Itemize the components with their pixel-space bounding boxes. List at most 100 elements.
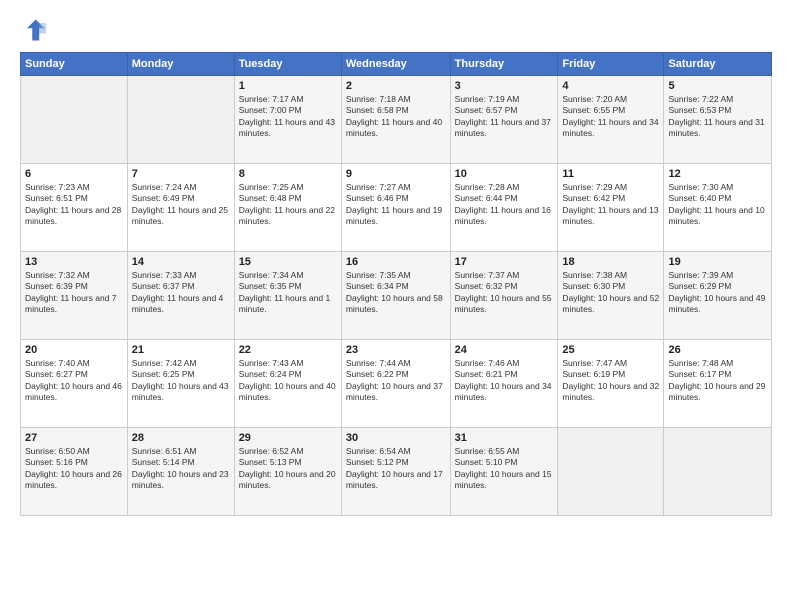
calendar-cell: 15Sunrise: 7:34 AM Sunset: 6:35 PM Dayli… [234, 252, 341, 340]
day-number: 31 [455, 432, 554, 444]
day-info: Sunrise: 7:29 AM Sunset: 6:42 PM Dayligh… [562, 182, 659, 228]
day-number: 9 [346, 168, 446, 180]
calendar-cell: 22 Sunrise: 7:43 AM Sunset: 6:24 PM Dayli… [234, 340, 341, 428]
calendar-cell: 25 Sunrise: 7:47 AM Sunset: 6:19 PM Dayli… [558, 340, 664, 428]
day-info: Sunrise: 7:20 AM Sunset: 6:55 PM Dayligh… [562, 94, 659, 140]
day-number: 30 [346, 432, 446, 444]
calendar-cell: 3 Sunrise: 7:19 AM Sunset: 6:57 PM Daylig… [450, 76, 558, 164]
day-number: 3 [455, 80, 554, 92]
day-info: Sunrise: 7:42 AM Sunset: 6:25 PM Dayligh… [132, 358, 230, 404]
calendar-cell: 19Sunrise: 7:39 AM Sunset: 6:29 PM Dayli… [664, 252, 772, 340]
calendar-cell [127, 76, 234, 164]
day-info: Sunrise: 6:51 AM Sunset: 5:14 PM Dayligh… [132, 446, 230, 492]
calendar-cell: 29Sunrise: 6:52 AM Sunset: 5:13 PM Dayli… [234, 428, 341, 516]
day-info: Sunrise: 7:18 AM Sunset: 6:58 PM Dayligh… [346, 94, 446, 140]
calendar-cell: 30 Sunrise: 6:54 AM Sunset: 5:12 PM Dayli… [341, 428, 450, 516]
day-info: Sunrise: 7:27 AM Sunset: 6:46 PM Dayligh… [346, 182, 446, 228]
calendar-cell: 17 Sunrise: 7:37 AM Sunset: 6:32 PM Dayli… [450, 252, 558, 340]
day-info: Sunrise: 7:24 AM Sunset: 6:49 PM Dayligh… [132, 182, 230, 228]
calendar-cell: 18Sunrise: 7:38 AM Sunset: 6:30 PM Dayli… [558, 252, 664, 340]
day-number: 13 [25, 256, 123, 268]
weekday-header-sunday: Sunday [21, 53, 128, 76]
day-info: Sunrise: 7:19 AM Sunset: 6:57 PM Dayligh… [455, 94, 554, 140]
day-info: Sunrise: 7:44 AM Sunset: 6:22 PM Dayligh… [346, 358, 446, 404]
calendar-cell: 1 Sunrise: 7:17 AM Sunset: 7:00 PM Daylig… [234, 76, 341, 164]
day-number: 16 [346, 256, 446, 268]
calendar-cell: 8Sunrise: 7:25 AM Sunset: 6:48 PM Daylig… [234, 164, 341, 252]
weekday-header-row: SundayMondayTuesdayWednesdayThursdayFrid… [21, 53, 772, 76]
header [20, 16, 772, 44]
day-number: 4 [562, 80, 659, 92]
weekday-header-wednesday: Wednesday [341, 53, 450, 76]
calendar-week-3: 13 Sunrise: 7:32 AM Sunset: 6:39 PM Dayli… [21, 252, 772, 340]
day-number: 14 [132, 256, 230, 268]
calendar-week-5: 27 Sunrise: 6:50 AM Sunset: 5:16 PM Dayli… [21, 428, 772, 516]
day-info: Sunrise: 7:17 AM Sunset: 7:00 PM Dayligh… [239, 94, 337, 140]
calendar-table: SundayMondayTuesdayWednesdayThursdayFrid… [20, 52, 772, 516]
day-info: Sunrise: 7:40 AM Sunset: 6:27 PM Dayligh… [25, 358, 123, 404]
day-number: 1 [239, 80, 337, 92]
calendar-cell: 24 Sunrise: 7:46 AM Sunset: 6:21 PM Dayli… [450, 340, 558, 428]
logo-icon [20, 16, 48, 44]
weekday-header-friday: Friday [558, 53, 664, 76]
day-info: Sunrise: 6:50 AM Sunset: 5:16 PM Dayligh… [25, 446, 123, 492]
day-info: Sunrise: 7:32 AM Sunset: 6:39 PM Dayligh… [25, 270, 123, 316]
day-number: 7 [132, 168, 230, 180]
day-info: Sunrise: 7:34 AM Sunset: 6:35 PM Dayligh… [239, 270, 337, 316]
day-info: Sunrise: 7:33 AM Sunset: 6:37 PM Dayligh… [132, 270, 230, 316]
day-info: Sunrise: 7:46 AM Sunset: 6:21 PM Dayligh… [455, 358, 554, 404]
day-info: Sunrise: 7:37 AM Sunset: 6:32 PM Dayligh… [455, 270, 554, 316]
day-info: Sunrise: 7:35 AM Sunset: 6:34 PM Dayligh… [346, 270, 446, 316]
day-info: Sunrise: 7:23 AM Sunset: 6:51 PM Dayligh… [25, 182, 123, 228]
day-info: Sunrise: 7:30 AM Sunset: 6:40 PM Dayligh… [668, 182, 767, 228]
day-number: 22 [239, 344, 337, 356]
calendar-cell: 5 Sunrise: 7:22 AM Sunset: 6:53 PM Daylig… [664, 76, 772, 164]
day-number: 8 [239, 168, 337, 180]
calendar-cell: 7 Sunrise: 7:24 AM Sunset: 6:49 PM Daylig… [127, 164, 234, 252]
calendar-cell: 20 Sunrise: 7:40 AM Sunset: 6:27 PM Dayli… [21, 340, 128, 428]
day-number: 11 [562, 168, 659, 180]
calendar-cell: 2 Sunrise: 7:18 AM Sunset: 6:58 PM Daylig… [341, 76, 450, 164]
day-info: Sunrise: 6:55 AM Sunset: 5:10 PM Dayligh… [455, 446, 554, 492]
day-number: 20 [25, 344, 123, 356]
weekday-header-saturday: Saturday [664, 53, 772, 76]
calendar-cell: 26 Sunrise: 7:48 AM Sunset: 6:17 PM Dayli… [664, 340, 772, 428]
day-info: Sunrise: 6:54 AM Sunset: 5:12 PM Dayligh… [346, 446, 446, 492]
calendar-week-2: 6Sunrise: 7:23 AM Sunset: 6:51 PM Daylig… [21, 164, 772, 252]
logo [20, 16, 52, 44]
calendar-cell [21, 76, 128, 164]
calendar-cell: 14 Sunrise: 7:33 AM Sunset: 6:37 PM Dayli… [127, 252, 234, 340]
day-number: 19 [668, 256, 767, 268]
calendar-cell: 27 Sunrise: 6:50 AM Sunset: 5:16 PM Dayli… [21, 428, 128, 516]
day-info: Sunrise: 7:47 AM Sunset: 6:19 PM Dayligh… [562, 358, 659, 404]
calendar-week-1: 1 Sunrise: 7:17 AM Sunset: 7:00 PM Daylig… [21, 76, 772, 164]
day-number: 24 [455, 344, 554, 356]
day-info: Sunrise: 7:28 AM Sunset: 6:44 PM Dayligh… [455, 182, 554, 228]
calendar-cell: 13 Sunrise: 7:32 AM Sunset: 6:39 PM Dayli… [21, 252, 128, 340]
day-info: Sunrise: 7:48 AM Sunset: 6:17 PM Dayligh… [668, 358, 767, 404]
day-number: 28 [132, 432, 230, 444]
day-number: 2 [346, 80, 446, 92]
calendar-cell: 12 Sunrise: 7:30 AM Sunset: 6:40 PM Dayli… [664, 164, 772, 252]
weekday-header-tuesday: Tuesday [234, 53, 341, 76]
weekday-header-thursday: Thursday [450, 53, 558, 76]
day-info: Sunrise: 6:52 AM Sunset: 5:13 PM Dayligh… [239, 446, 337, 492]
calendar-cell: 23Sunrise: 7:44 AM Sunset: 6:22 PM Dayli… [341, 340, 450, 428]
day-info: Sunrise: 7:22 AM Sunset: 6:53 PM Dayligh… [668, 94, 767, 140]
calendar-cell: 9 Sunrise: 7:27 AM Sunset: 6:46 PM Daylig… [341, 164, 450, 252]
calendar-cell: 31 Sunrise: 6:55 AM Sunset: 5:10 PM Dayli… [450, 428, 558, 516]
calendar-cell: 4 Sunrise: 7:20 AM Sunset: 6:55 PM Daylig… [558, 76, 664, 164]
calendar-cell: 21Sunrise: 7:42 AM Sunset: 6:25 PM Dayli… [127, 340, 234, 428]
day-info: Sunrise: 7:43 AM Sunset: 6:24 PM Dayligh… [239, 358, 337, 404]
calendar-cell [558, 428, 664, 516]
day-number: 26 [668, 344, 767, 356]
day-number: 25 [562, 344, 659, 356]
day-number: 5 [668, 80, 767, 92]
calendar-cell: 28 Sunrise: 6:51 AM Sunset: 5:14 PM Dayli… [127, 428, 234, 516]
day-number: 27 [25, 432, 123, 444]
day-number: 12 [668, 168, 767, 180]
day-number: 17 [455, 256, 554, 268]
page: SundayMondayTuesdayWednesdayThursdayFrid… [0, 0, 792, 612]
calendar-cell: 10Sunrise: 7:28 AM Sunset: 6:44 PM Dayli… [450, 164, 558, 252]
calendar-week-4: 20 Sunrise: 7:40 AM Sunset: 6:27 PM Dayli… [21, 340, 772, 428]
